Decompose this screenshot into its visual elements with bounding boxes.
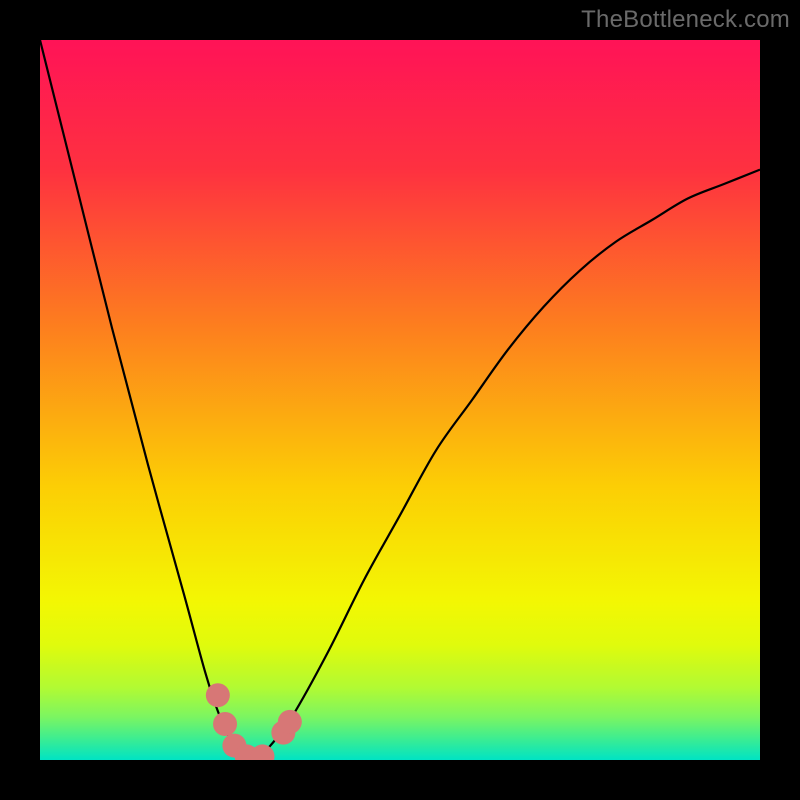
chart-frame: TheBottleneck.com [0, 0, 800, 800]
marker-dot [206, 683, 230, 707]
plot-area [40, 40, 760, 760]
marker-dot [213, 712, 237, 736]
watermark-text: TheBottleneck.com [581, 6, 790, 34]
marker-dot [278, 710, 302, 734]
bottleneck-curve [40, 40, 760, 760]
